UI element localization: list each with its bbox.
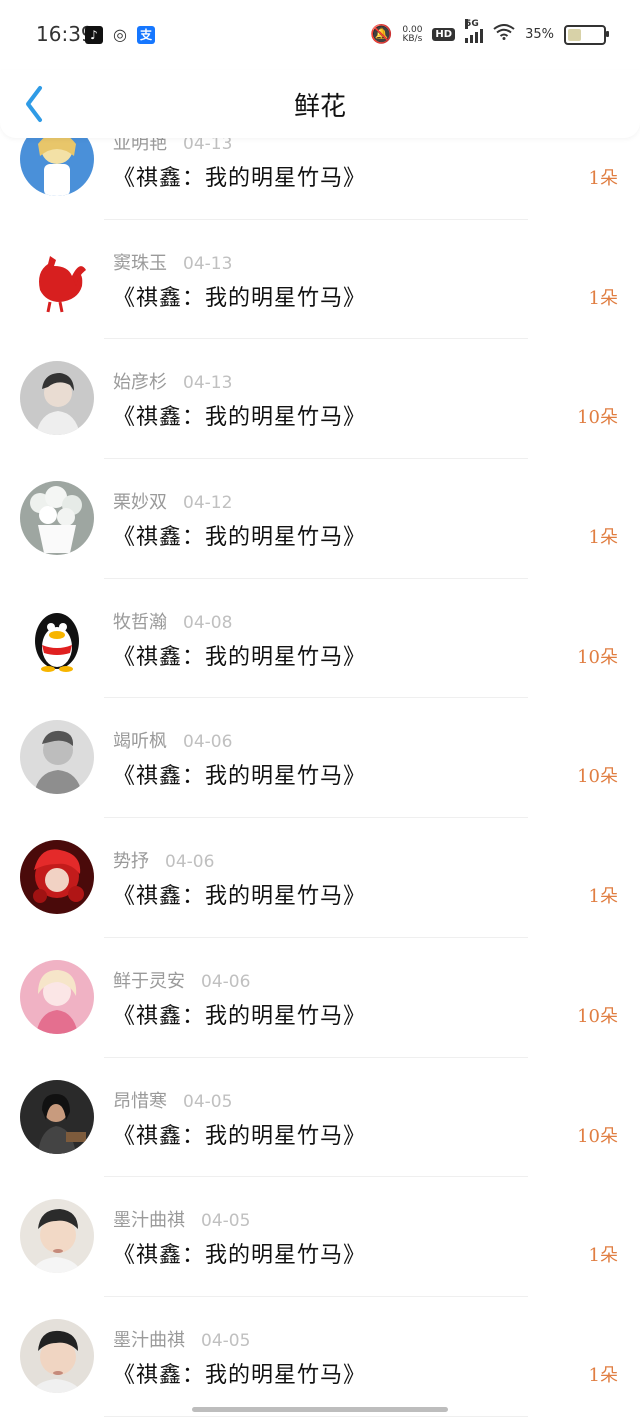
avatar[interactable]	[20, 1318, 94, 1393]
flower-count: 10朵	[577, 766, 618, 788]
flower-count: 10朵	[577, 1125, 618, 1147]
book-title: 《祺鑫：我的明星竹马》	[113, 1362, 367, 1388]
list-item[interactable]: 牧哲瀚 04-08 《祺鑫：我的明星竹马》 10朵	[0, 579, 640, 699]
page-title: 鲜花	[293, 92, 346, 122]
gift-date: 04-13	[183, 373, 233, 394]
book-title: 《祺鑫：我的明星竹马》	[113, 1243, 367, 1269]
list-item[interactable]: 鲜于灵安 04-06 《祺鑫：我的明星竹马》 10朵	[0, 938, 640, 1058]
nav-header: 鲜花	[0, 70, 640, 138]
user-name-text: 墨汁曲祺	[113, 1210, 185, 1232]
hd-icon: HD	[432, 28, 456, 41]
book-title: 《祺鑫：我的明星竹马》	[113, 285, 367, 311]
home-indicator[interactable]	[192, 1407, 448, 1412]
user-name: 昂惜寒 04-05	[113, 1087, 232, 1113]
flower-count: 1朵	[588, 1245, 618, 1267]
list-item[interactable]: 势抒 04-06 《祺鑫：我的明星竹马》 1朵	[0, 818, 640, 938]
book-title: 《祺鑫：我的明星竹马》	[113, 1003, 367, 1029]
book-title: 《祺鑫：我的明星竹马》	[113, 764, 367, 790]
user-name-text: 墨汁曲祺	[113, 1329, 185, 1351]
user-name: 势抒 04-06	[113, 847, 214, 873]
flower-count: 10朵	[577, 407, 618, 429]
book-title: 《祺鑫：我的明星竹马》	[113, 405, 367, 431]
app-swirl-icon: ◎	[113, 25, 127, 44]
wifi-icon	[493, 24, 515, 45]
user-name-text: 牧哲瀚	[113, 611, 167, 633]
flower-count: 1朵	[588, 1364, 618, 1386]
tiktok-icon: ♪	[85, 26, 103, 44]
avatar[interactable]	[20, 481, 94, 556]
flower-count: 1朵	[588, 287, 618, 309]
list-item[interactable]: 墨汁曲祺 04-05 《祺鑫：我的明星竹马》 1朵	[0, 1297, 640, 1417]
flower-count: 1朵	[588, 527, 618, 549]
user-name-text: 竭听枫	[113, 731, 167, 753]
gift-date: 04-08	[183, 612, 233, 633]
user-name: 竭听枫 04-06	[113, 727, 232, 753]
avatar[interactable]	[20, 720, 94, 795]
user-name-text: 鲜于灵安	[113, 970, 185, 992]
user-name: 鲜于灵安 04-06	[113, 967, 250, 993]
user-name-text: 窦珠玉	[113, 252, 167, 274]
book-title: 《祺鑫：我的明星竹马》	[113, 644, 367, 670]
list-item[interactable]: 昂惜寒 04-05 《祺鑫：我的明星竹马》 10朵	[0, 1058, 640, 1178]
gift-date: 04-05	[201, 1211, 251, 1232]
list-item[interactable]: 始彦杉 04-13 《祺鑫：我的明星竹马》 10朵	[0, 339, 640, 460]
divider	[104, 1415, 528, 1417]
net-speed: 0.00 KB/s	[402, 24, 423, 44]
user-name: 牧哲瀚 04-08	[113, 608, 232, 634]
avatar[interactable]	[20, 1079, 94, 1154]
user-name-text: 栗妙双	[113, 492, 167, 514]
avatar[interactable]	[20, 361, 94, 436]
flower-count: 1朵	[588, 168, 618, 189]
gift-date: 04-06	[183, 732, 233, 753]
book-title: 《祺鑫：我的明星竹马》	[113, 884, 367, 910]
flower-count: 1朵	[588, 886, 618, 908]
user-name-text: 昂惜寒	[113, 1090, 167, 1112]
book-title: 《祺鑫：我的明星竹马》	[113, 525, 367, 551]
status-bar: 16:39 ♪ ◎ 支 🔕 0.00 KB/s HD 5G 35%	[0, 0, 640, 70]
list-item[interactable]: 栗妙双 04-12 《祺鑫：我的明星竹马》 1朵	[0, 459, 640, 579]
battery-percent: 35%	[525, 27, 554, 42]
avatar[interactable]	[20, 241, 94, 316]
list-item[interactable]: 竭听枫 04-06 《祺鑫：我的明星竹马》 10朵	[0, 698, 640, 819]
flower-count: 10朵	[577, 646, 618, 668]
user-name-text: 势抒	[113, 851, 149, 873]
avatar[interactable]	[20, 840, 94, 915]
signal-icon: 5G	[465, 18, 484, 43]
gift-date: 04-06	[201, 971, 251, 992]
gift-date: 04-12	[183, 493, 233, 514]
avatar[interactable]	[20, 600, 94, 675]
mute-bell-icon: 🔕	[369, 24, 393, 45]
gift-date: 04-06	[165, 852, 215, 873]
book-title: 《祺鑫：我的明星竹马》	[113, 166, 367, 191]
avatar[interactable]	[20, 959, 94, 1034]
user-name: 墨汁曲祺 04-05	[113, 1206, 250, 1232]
gift-date: 04-05	[201, 1330, 251, 1351]
book-title: 《祺鑫：我的明星竹马》	[113, 1123, 367, 1149]
flower-list: 亚明艳 04-13 《祺鑫：我的明星竹马》 1朵 窦珠玉 04-13 《祺鑫：我的明星竹马》…	[0, 100, 640, 1417]
gift-date: 04-13	[183, 253, 233, 274]
list-item[interactable]: 墨汁曲祺 04-05 《祺鑫：我的明星竹马》 1朵	[0, 1177, 640, 1297]
alipay-icon: 支	[137, 26, 155, 44]
battery-icon	[564, 24, 609, 45]
avatar[interactable]	[20, 1199, 94, 1274]
user-name: 墨汁曲祺 04-05	[113, 1326, 250, 1352]
user-name-text: 始彦杉	[113, 372, 167, 394]
flower-count: 10朵	[577, 1005, 618, 1027]
user-name: 始彦杉 04-13	[113, 368, 232, 394]
user-name: 栗妙双 04-12	[113, 488, 232, 514]
list-item[interactable]: 窦珠玉 04-13 《祺鑫：我的明星竹马》 1朵	[0, 220, 640, 340]
user-name: 窦珠玉 04-13	[113, 249, 232, 275]
gift-date: 04-05	[183, 1091, 233, 1112]
